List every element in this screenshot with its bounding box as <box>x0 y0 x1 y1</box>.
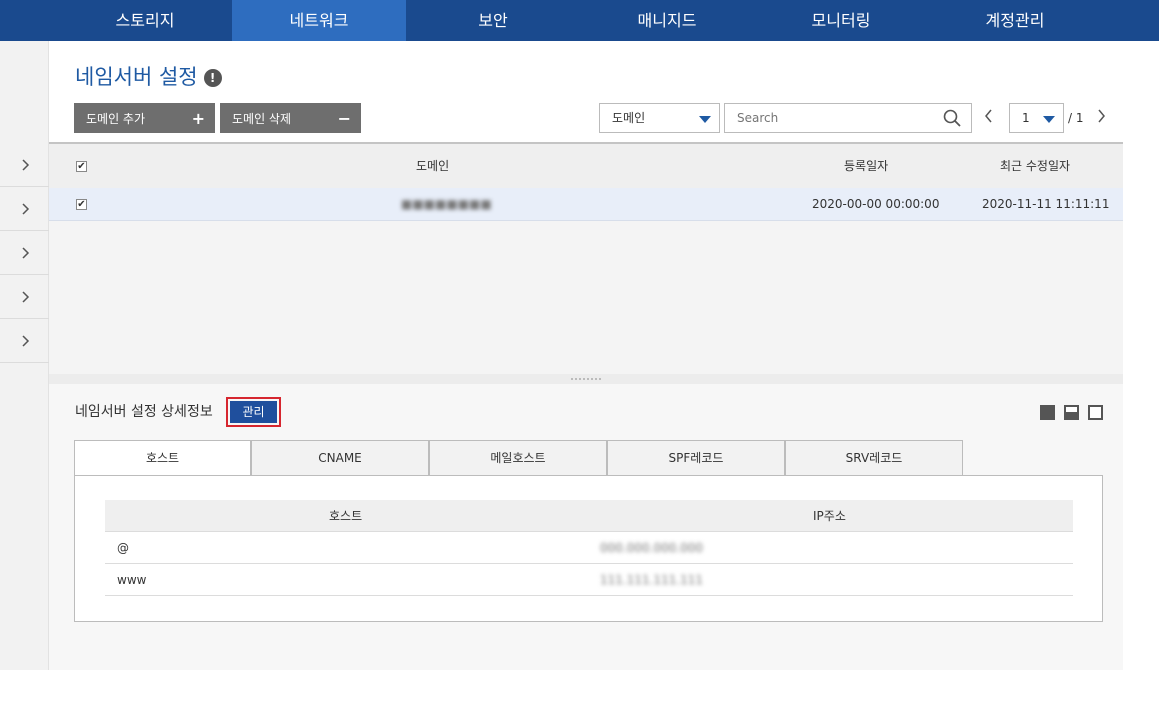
search-filter-select[interactable]: 도메인 <box>599 103 720 133</box>
detail-title: 네임서버 설정 상세정보 <box>75 404 213 420</box>
row-registered: 2020-00-00 00:00:00 <box>812 197 940 211</box>
nav-tab-network[interactable]: 네트워크 <box>232 0 406 41</box>
chevron-right-icon <box>21 202 29 215</box>
chevron-right-icon <box>21 246 29 259</box>
search-box <box>724 103 972 133</box>
column-header-registered: 등록일자 <box>844 159 889 173</box>
search-icon[interactable] <box>943 109 961 127</box>
tab-spf-record[interactable]: SPF레코드 <box>607 440 785 476</box>
nav-tab-storage[interactable]: 스토리지 <box>58 0 232 41</box>
rail-expand-5[interactable] <box>0 319 49 363</box>
page-title-text: 네임서버 설정 <box>75 65 198 89</box>
rail-expand-1[interactable] <box>0 143 49 187</box>
caret-down-icon <box>699 116 711 123</box>
rail-expand-4[interactable] <box>0 275 49 319</box>
domain-table-header: ✔ 도메인 등록일자 최근 수정일자 <box>49 144 1123 188</box>
select-all-checkbox[interactable]: ✔ <box>76 161 87 172</box>
row-modified: 2020-11-11 11:11:11 <box>982 197 1110 211</box>
maximize-panel-icon[interactable] <box>1088 405 1103 420</box>
chevron-right-icon <box>21 290 29 303</box>
table-row[interactable]: @ 000.000.000.000 <box>105 532 1073 564</box>
nav-tab-security[interactable]: 보안 <box>406 0 580 41</box>
page-select[interactable]: 1 <box>1009 103 1064 133</box>
tab-srv-record[interactable]: SRV레코드 <box>785 440 963 476</box>
tab-host[interactable]: 호스트 <box>74 440 251 476</box>
page-title: 네임서버 설정 ! <box>75 61 222 91</box>
delete-domain-label: 도메인 삭제 <box>232 111 292 126</box>
search-input[interactable] <box>725 104 925 132</box>
column-header-ip: IP주소 <box>813 509 846 523</box>
chevron-right-icon[interactable] <box>1095 109 1107 123</box>
rail-expand-2[interactable] <box>0 187 49 231</box>
tab-mail-host[interactable]: 메일호스트 <box>429 440 607 476</box>
row-host: www <box>117 573 147 587</box>
column-header-host: 호스트 <box>329 509 363 523</box>
nav-tab-account[interactable]: 계정관리 <box>928 0 1102 41</box>
info-circle-icon[interactable]: ! <box>203 69 222 87</box>
add-domain-button[interactable]: 도메인 추가 + <box>74 103 215 133</box>
top-navigation: 스토리지 네트워크 보안 매니지드 모니터링 계정관리 <box>0 0 1159 41</box>
row-checkbox[interactable]: ✔ <box>76 199 87 210</box>
minus-icon: − <box>337 108 351 128</box>
chevron-right-icon <box>21 158 29 171</box>
half-panel-icon[interactable] <box>1064 405 1079 420</box>
drag-grip-icon <box>571 378 601 380</box>
tab-cname[interactable]: CNAME <box>251 440 429 476</box>
row-host: @ <box>117 541 129 555</box>
host-table-header: 호스트 IP주소 <box>105 500 1073 532</box>
caret-down-icon <box>1043 116 1055 123</box>
panel-splitter[interactable] <box>49 374 1123 384</box>
table-row[interactable]: ✔ ■■■■■■■■ 2020-00-00 00:00:00 2020-11-1… <box>49 188 1123 221</box>
column-header-domain: 도메인 <box>416 159 450 173</box>
add-domain-label: 도메인 추가 <box>86 111 146 126</box>
page-current: 1 <box>1022 111 1030 125</box>
minimize-panel-icon[interactable] <box>1040 405 1055 420</box>
manage-button[interactable]: 관리 <box>230 401 277 423</box>
main-content: 네임서버 설정 ! 도메인 추가 + 도메인 삭제 − 도메인 1 / 1 ✔ … <box>49 41 1123 670</box>
nav-tab-managed[interactable]: 매니지드 <box>580 0 754 41</box>
page-total: / 1 <box>1068 111 1084 125</box>
table-row[interactable]: www 111.111.111.111 <box>105 564 1073 596</box>
delete-domain-button[interactable]: 도메인 삭제 − <box>220 103 361 133</box>
column-header-modified: 최근 수정일자 <box>1000 159 1071 173</box>
nav-tab-monitoring[interactable]: 모니터링 <box>754 0 928 41</box>
search-filter-value: 도메인 <box>612 111 646 125</box>
rail-expand-3[interactable] <box>0 231 49 275</box>
left-rail <box>0 41 49 670</box>
detail-panel: 네임서버 설정 상세정보 관리 호스트 CNAME 메일호스트 SPF레코드 S… <box>49 384 1123 670</box>
chevron-right-icon <box>21 334 29 347</box>
view-mode-controls <box>1040 405 1103 420</box>
host-tab-panel: 호스트 IP주소 @ 000.000.000.000 www 111.111.1… <box>74 475 1103 622</box>
domain-table: ✔ 도메인 등록일자 최근 수정일자 ✔ ■■■■■■■■ 2020-00-00… <box>49 142 1123 374</box>
manage-button-highlight: 관리 <box>226 397 281 427</box>
plus-icon: + <box>191 108 205 128</box>
chevron-left-icon[interactable] <box>983 109 995 123</box>
